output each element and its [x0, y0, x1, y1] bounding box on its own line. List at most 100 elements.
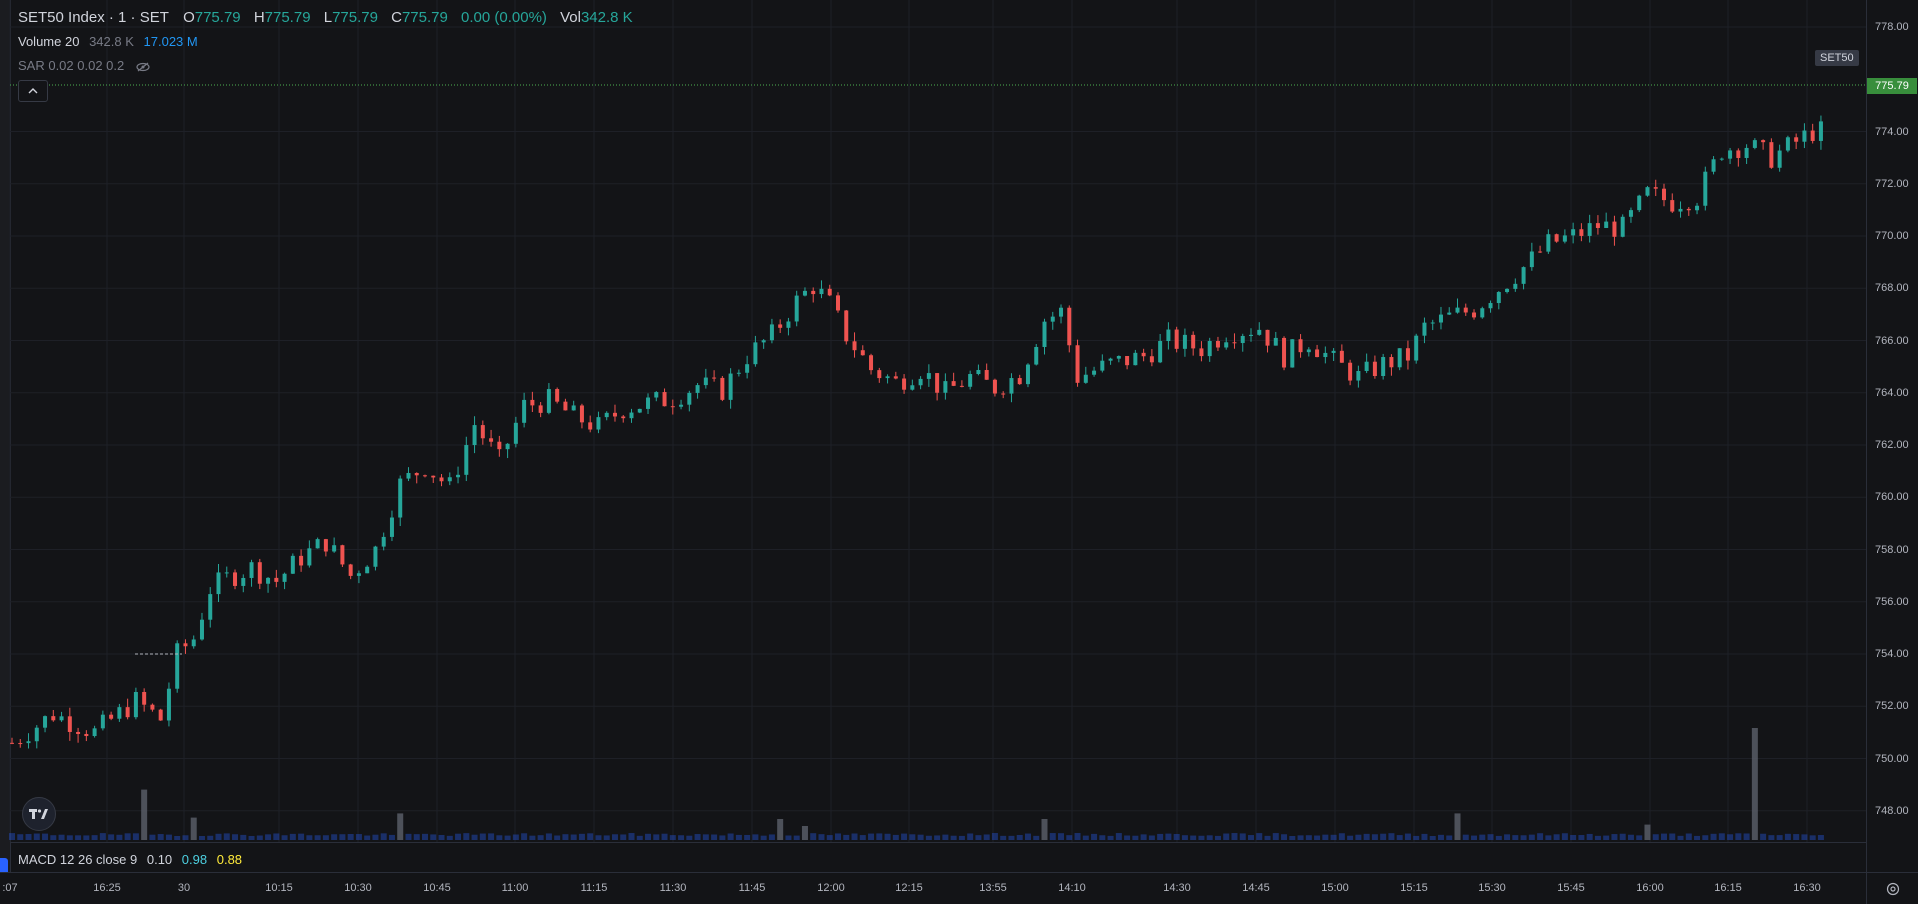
candle — [1472, 309, 1477, 320]
volume-bar — [165, 834, 172, 840]
volume-bar — [1198, 835, 1205, 840]
volume-bar — [124, 833, 131, 840]
time-label: 10:45 — [423, 882, 451, 894]
macd-legend[interactable]: MACD 12 26 close 9 0.10 0.98 0.88 — [18, 852, 242, 867]
candle — [1315, 344, 1320, 358]
volume-legend[interactable]: Volume 20 342.8 K 17.023 M — [18, 34, 198, 49]
volume-bar — [1082, 835, 1089, 840]
volume-bar — [570, 834, 577, 840]
candle — [266, 577, 271, 593]
candle — [1273, 331, 1278, 346]
volume-bar — [1685, 833, 1692, 840]
candle — [1083, 366, 1088, 384]
time-axis[interactable]: :07 16:25 30 10:15 10:30 10:45 11:00 11:15 11:30… — [0, 872, 1866, 904]
candle — [654, 391, 659, 402]
candle — [1670, 193, 1675, 214]
candle — [456, 466, 461, 484]
volume-bar — [455, 833, 462, 840]
volume-bar — [99, 833, 106, 840]
volume-bar — [1471, 835, 1478, 840]
candle — [604, 411, 609, 421]
change-value: 0.00 (0.00%) — [461, 9, 547, 26]
candle — [836, 292, 840, 313]
candle — [1050, 311, 1055, 330]
volume-bar — [1338, 833, 1345, 840]
volume-bar — [1751, 728, 1758, 840]
volume-bar — [636, 835, 643, 840]
volume-bar — [17, 834, 24, 840]
volume-bar — [595, 835, 602, 840]
volume-bar — [1710, 833, 1717, 840]
candle — [703, 368, 708, 389]
volume-bar — [1347, 835, 1354, 840]
volume-bar — [33, 833, 40, 840]
price-label: 750.00 — [1875, 752, 1909, 765]
symbol-title[interactable]: SET50 Index · 1 · SET — [18, 9, 169, 26]
candle — [637, 408, 642, 414]
volume-bar — [405, 833, 412, 840]
candle — [1323, 346, 1328, 364]
candle — [1116, 355, 1121, 363]
candle — [373, 545, 378, 571]
volume-bar — [397, 813, 404, 840]
candle — [67, 707, 72, 741]
price-label: 774.00 — [1875, 125, 1909, 138]
candle — [571, 400, 576, 411]
candle — [34, 725, 39, 749]
candle — [745, 355, 750, 379]
candle — [208, 587, 213, 628]
volume-bar — [1570, 834, 1577, 840]
candle — [1686, 207, 1691, 216]
candle — [191, 635, 196, 649]
candle — [1463, 303, 1468, 316]
tradingview-logo[interactable] — [22, 797, 56, 831]
volume-bar — [108, 834, 115, 840]
volume-bar — [1578, 835, 1585, 840]
candle — [1752, 138, 1757, 150]
volume-bar — [314, 835, 321, 840]
volume-bar — [884, 833, 891, 840]
candle — [158, 708, 163, 721]
candle — [348, 563, 353, 580]
volume-bar — [529, 835, 536, 840]
volume-bar — [793, 835, 800, 840]
candle — [1719, 157, 1724, 161]
volume-bar — [1793, 834, 1800, 840]
candle — [1224, 337, 1229, 350]
vol-value: 342.8 K — [580, 9, 633, 26]
candle — [1554, 233, 1559, 243]
eye-off-icon[interactable] — [136, 62, 150, 72]
volume-bar — [223, 833, 230, 840]
candle — [918, 376, 923, 390]
price-axis[interactable]: 778.00 774.00 772.00 770.00 768.00 766.00 764.… — [1866, 0, 1918, 872]
candle — [1521, 266, 1526, 290]
volume-bar — [1297, 835, 1304, 840]
volume-bar — [653, 834, 660, 840]
candle — [646, 393, 651, 414]
volume-bar — [1033, 835, 1040, 840]
volume-bar — [1504, 834, 1511, 840]
volume-bar — [1809, 835, 1816, 840]
candle — [596, 411, 601, 434]
main-legend: SET50 Index · 1 · SET O775.79 H775.79 L7… — [18, 9, 642, 26]
volume-bar — [1281, 834, 1288, 840]
candle — [464, 436, 469, 482]
volume-bar — [132, 833, 139, 840]
close-label: C — [391, 9, 402, 26]
chart-canvas[interactable] — [0, 0, 1866, 872]
candle — [1199, 341, 1204, 362]
volume-bar — [1553, 834, 1560, 840]
collapse-legend-button[interactable] — [18, 80, 48, 102]
candle — [216, 563, 221, 602]
sar-legend[interactable]: SAR 0.02 0.02 0.2 — [18, 58, 150, 73]
price-label: 752.00 — [1875, 700, 1909, 713]
volume-bar — [1264, 835, 1271, 840]
price-label: 754.00 — [1875, 648, 1909, 660]
candle — [1645, 185, 1650, 197]
macd-pane-separator[interactable] — [10, 842, 1866, 843]
candle — [299, 549, 304, 572]
settings-corner[interactable] — [1866, 872, 1918, 904]
volume-bar — [1454, 813, 1461, 840]
candle — [1777, 144, 1782, 172]
price-label: 772.00 — [1875, 177, 1909, 190]
